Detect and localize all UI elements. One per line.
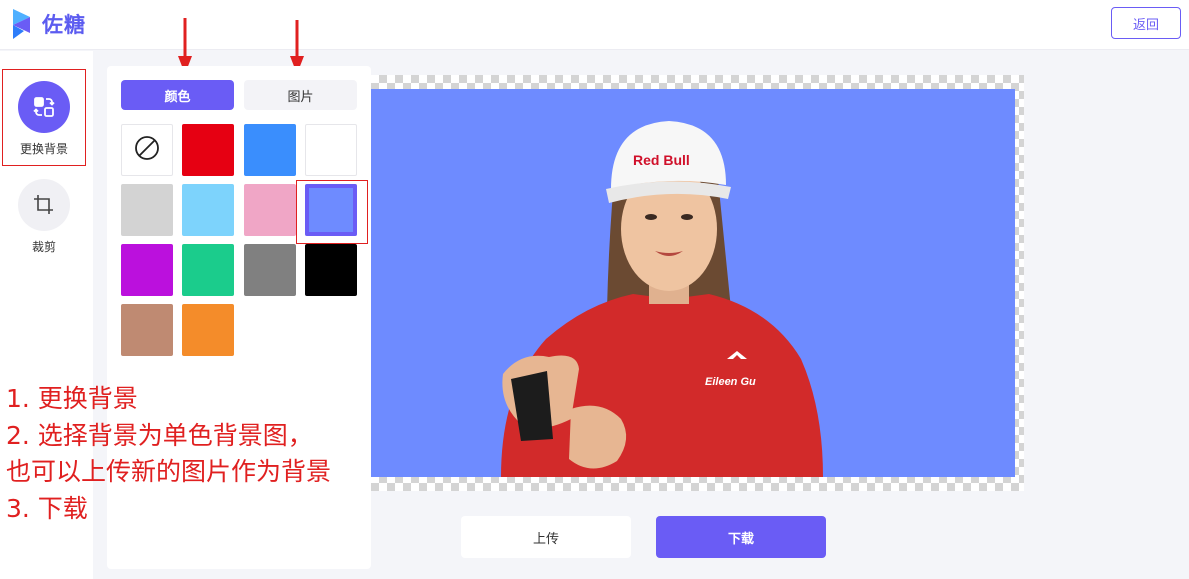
canvas-background-preview[interactable]: Red Bull Eileen Gu [371,89,1015,477]
brand-logo[interactable]: 佐糖 [10,7,86,41]
swatch-purple[interactable] [121,244,173,296]
swatch-blue[interactable] [244,124,296,176]
swatch-no-color[interactable] [121,124,173,176]
swatch-red[interactable] [182,124,234,176]
transparent-canvas: Red Bull Eileen Gu [371,75,1024,491]
background-options-panel: 颜色 图片 [107,66,371,569]
jacket-name-text: Eileen Gu [705,376,756,388]
selection-highlight-box [296,180,368,244]
back-button[interactable]: 返回 [1111,7,1181,39]
subject-photo: Red Bull Eileen Gu [501,121,823,477]
swatch-white[interactable] [305,124,357,176]
swatch-tan[interactable] [121,304,173,356]
sidebar-item-label: 裁剪 [31,240,56,254]
annotation-step-3: 3. 下载 [6,494,88,523]
swatch-gray[interactable] [244,244,296,296]
sidebar-item-change-background[interactable]: 更换背景 [2,69,86,166]
swatch-orange[interactable] [182,304,234,356]
swatch-green[interactable] [182,244,234,296]
tab-color[interactable]: 颜色 [121,80,234,110]
swap-image-icon [18,81,70,133]
crop-icon [18,179,70,231]
tab-image[interactable]: 图片 [244,80,357,110]
swatch-pink[interactable] [244,184,296,236]
brand-logo-icon [10,7,36,41]
brand-name: 佐糖 [42,13,86,37]
download-button[interactable]: 下载 [656,516,826,558]
no-color-icon [134,135,160,165]
annotation-step-1: 1. 更换背景 [6,384,138,413]
annotation-step-2-cont: 也可以上传新的图片作为背景 [6,457,332,486]
swatch-sky-blue[interactable] [182,184,234,236]
sidebar-item-crop[interactable]: 裁剪 [2,178,86,275]
swatch-black[interactable] [305,244,357,296]
annotation-step-2: 2. 选择背景为单色背景图， [6,421,313,450]
sidebar-item-label: 更换背景 [19,142,68,156]
upload-button[interactable]: 上传 [461,516,631,558]
cap-logo-text: Red Bull [633,152,690,168]
swatch-light-gray[interactable] [121,184,173,236]
